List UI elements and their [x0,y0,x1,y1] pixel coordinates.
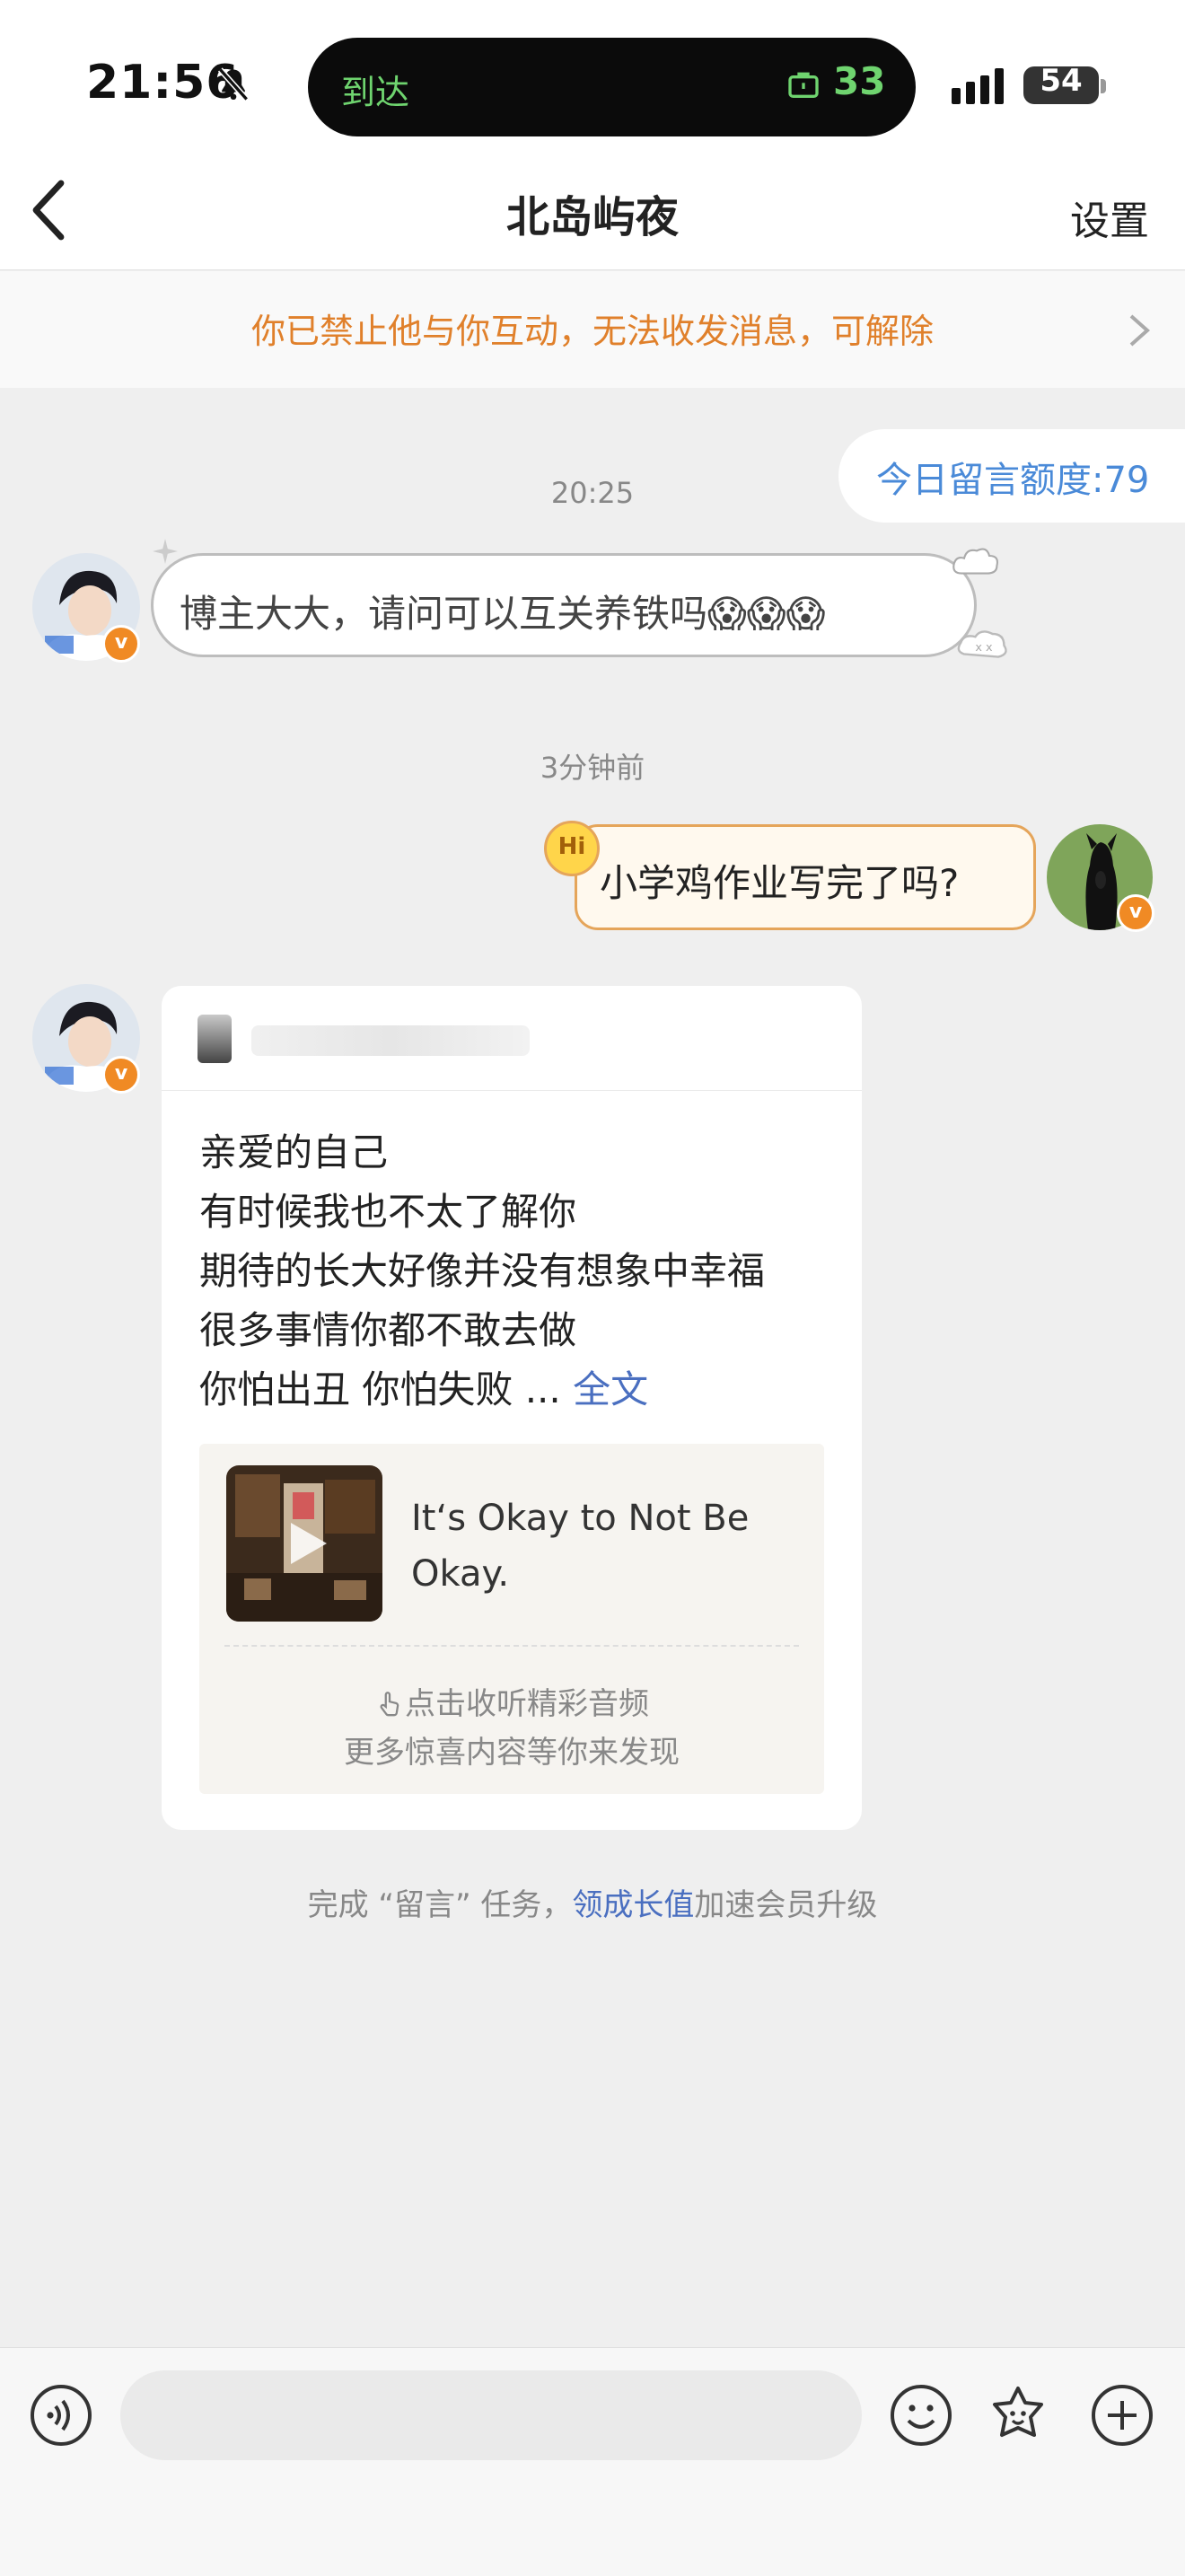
battery-tip [1101,79,1106,93]
audio-hint-sub: 更多惊喜内容等你来发现 [344,1735,680,1771]
post-text-line: 很多事情你都不敢去做 [199,1308,577,1352]
audio-hint: 点击收听精彩音频 [199,1679,824,1723]
post-text-line: 你怕出丑 你怕失败 ... 全文 [199,1359,648,1414]
divider [224,1645,799,1647]
cloud-sticker-icon: x x [957,630,1007,658]
cellular-signal-icon [952,68,1004,104]
post-text-line: 期待的长大好像并没有想象中幸福 [199,1249,766,1293]
audio-cover-image [226,1465,382,1622]
post-author-name-blurred [251,1025,530,1056]
plus-icon[interactable] [1090,2383,1154,2448]
full-text-link[interactable]: 全文 [573,1367,648,1411]
timestamp: 20:25 [550,476,635,510]
audio-cover[interactable] [226,1465,382,1622]
audio-hint-text: 点击收听精彩音频 [405,1686,649,1722]
verified-badge-icon: v [102,1056,140,1094]
settings-button[interactable]: 设置 [1070,189,1149,246]
emoji-icon[interactable] [889,2383,953,2448]
battery-level: 54 [1040,63,1083,99]
voice-icon[interactable] [29,2383,93,2448]
briefcase-icon [788,72,819,98]
bell-muted-icon [217,67,250,101]
timestamp: 3分钟前 [540,751,645,785]
block-notice-text: 你已禁止他与你互动，无法收发消息，可解除 [250,312,934,351]
hi-sticker-icon: Hi [544,821,600,876]
audio-title: It‘s Okay to Not Be Okay. [411,1498,750,1595]
post-text-line: 有时候我也不太了解你 [199,1190,577,1234]
post-text-line: 亲爱的自己 [199,1130,389,1174]
svg-text:x x: x x [975,641,993,655]
task-tip-suffix: 加速会员升级 [694,1887,878,1923]
verified-badge-icon: v [1117,894,1154,932]
page-title: 北岛屿夜 [505,192,679,242]
verified-badge-icon: v [102,625,140,663]
divider [162,1090,862,1091]
island-label: 到达 [341,73,410,112]
island-count: 33 [833,59,886,103]
post-author-avatar [198,1015,232,1063]
message-text: 博主大大，请问可以互关养铁吗😱😱😱 [180,592,826,636]
task-tip-prefix: 完成 “留言” 任务， [307,1887,573,1923]
growth-value-link[interactable]: 领成长值 [572,1887,694,1923]
sparkle-icon [153,539,178,564]
message-input[interactable] [120,2370,862,2460]
message-text: 小学鸡作业写完了吗? [600,861,960,905]
post-text-last: 你怕出丑 你怕失败 ... [199,1367,561,1411]
tap-hand-icon [380,1692,399,1717]
sticker-icon[interactable] [986,2383,1050,2448]
chevron-right-icon [1129,314,1151,347]
task-tip: 完成 “留言” 任务，领成长值加速会员升级 [0,1880,1185,1924]
cloud-sticker-icon [952,548,998,575]
